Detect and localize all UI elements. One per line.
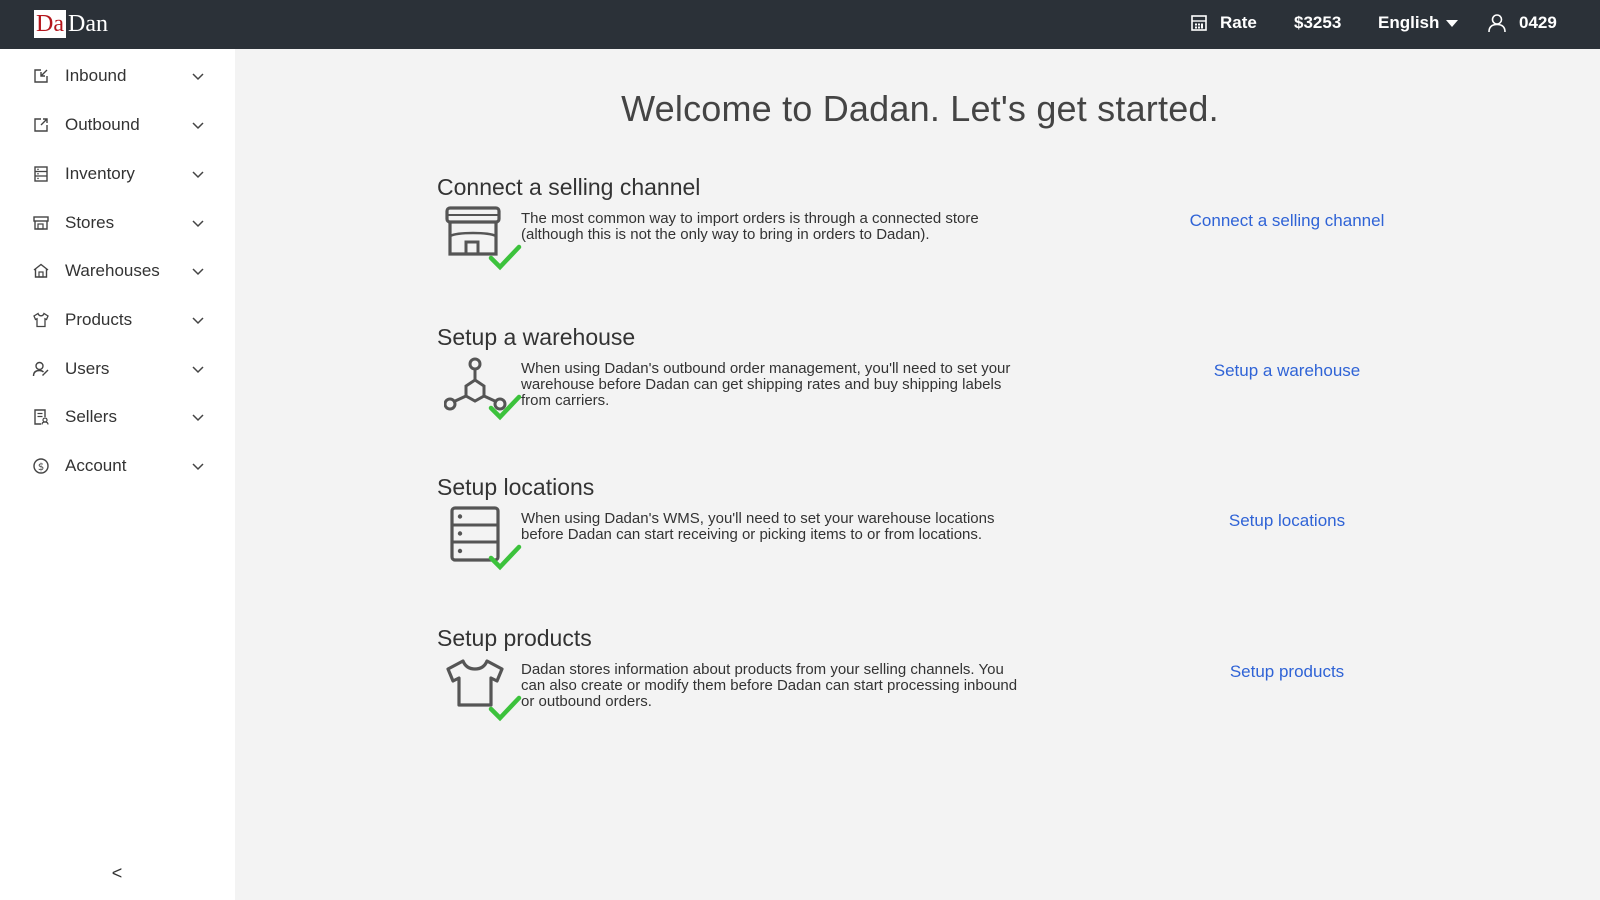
user-menu[interactable]: 0429	[1487, 0, 1557, 46]
storefront-check-icon	[445, 206, 522, 271]
chevron-down-icon	[192, 122, 204, 130]
dollar-icon: $	[33, 458, 49, 474]
section-locations: Setup locations When using Dadan's WMS, …	[437, 473, 1437, 571]
sidebar-item-users[interactable]: Users	[0, 349, 235, 389]
calculator-icon	[1191, 15, 1207, 31]
chevron-down-icon	[192, 463, 204, 471]
section-heading: Setup locations	[437, 474, 595, 500]
rate-button[interactable]: Rate	[1190, 0, 1257, 46]
page-title: Welcome to Dadan. Let's get started.	[621, 88, 1219, 129]
setup-locations-link[interactable]: Setup locations	[1157, 511, 1417, 531]
sidebar-item-label: Warehouses	[65, 261, 160, 280]
language-value: English	[1378, 13, 1440, 32]
chevron-down-icon	[192, 73, 204, 81]
sellers-icon	[34, 409, 49, 425]
sidebar-item-label: Products	[65, 310, 133, 329]
language-selector[interactable]: English	[1378, 0, 1459, 46]
sidebar-item-label: Sellers	[65, 407, 117, 426]
chevron-down-icon	[192, 414, 204, 422]
section-description: When using Dadan's outbound order manage…	[521, 360, 1011, 409]
sidebar-item-label: Inbound	[65, 66, 127, 85]
users-icon	[32, 361, 49, 377]
user-id: 0429	[1519, 13, 1557, 32]
balance-display[interactable]: $3253	[1294, 0, 1341, 46]
top-bar: Da Dan Rate $3253 English 0429	[0, 0, 1600, 49]
sidebar-item-label: Stores	[65, 213, 115, 232]
sidebar-item-inventory[interactable]: Inventory	[0, 154, 235, 194]
section-products: Setup products Dadan stores information …	[437, 624, 1437, 722]
dadan-logo[interactable]: Da Dan	[34, 10, 108, 40]
connect-selling-channel-link[interactable]: Connect a selling channel	[1157, 211, 1417, 231]
sidebar-item-label: Outbound	[65, 115, 140, 134]
chevron-down-icon	[192, 366, 204, 374]
sidebar: Inbound Outbound Inventory Stores Wareho…	[0, 49, 235, 900]
balance-value: $3253	[1294, 13, 1342, 32]
sidebar-item-label: Users	[65, 359, 110, 378]
store-icon	[33, 216, 49, 230]
section-selling-channel: Connect a selling channel The most commo…	[437, 173, 1437, 271]
chevron-down-icon	[192, 317, 204, 325]
sidebar-item-label: Inventory	[65, 164, 135, 183]
section-heading: Setup products	[437, 625, 592, 651]
section-description: When using Dadan's WMS, you'll need to s…	[521, 510, 995, 543]
warehouse-icon	[33, 263, 49, 278]
network-check-icon	[444, 357, 522, 421]
sidebar-item-warehouses[interactable]: Warehouses	[0, 251, 235, 291]
sidebar-item-products[interactable]: Products	[0, 300, 235, 340]
logo-part-dan: Dan	[67, 11, 108, 37]
inventory-icon	[34, 166, 48, 182]
tshirt-check-icon	[446, 659, 522, 722]
sidebar-item-label: Account	[65, 456, 127, 475]
caret-down-icon	[1446, 20, 1459, 27]
chevron-down-icon	[192, 220, 204, 228]
svg-text:$: $	[38, 462, 44, 473]
setup-products-link[interactable]: Setup products	[1157, 662, 1417, 682]
sidebar-item-outbound[interactable]: Outbound	[0, 105, 235, 145]
section-warehouse: Setup a warehouse When using Dadan's out…	[437, 323, 1437, 421]
section-heading: Connect a selling channel	[437, 174, 701, 200]
user-icon	[1488, 14, 1506, 33]
rate-label: Rate	[1220, 13, 1257, 32]
inbound-icon	[34, 69, 48, 83]
sidebar-item-stores[interactable]: Stores	[0, 203, 235, 243]
chevron-down-icon	[192, 171, 204, 179]
setup-warehouse-link[interactable]: Setup a warehouse	[1157, 361, 1417, 381]
sidebar-item-inbound[interactable]: Inbound	[0, 56, 235, 96]
chevron-down-icon	[192, 268, 204, 276]
sidebar-item-account[interactable]: $ Account	[0, 446, 235, 486]
logo-part-da: Da	[34, 10, 66, 38]
outbound-icon	[34, 118, 48, 132]
section-description: The most common way to import orders is …	[521, 210, 979, 243]
section-description: Dadan stores information about products …	[521, 661, 1018, 710]
shirt-icon	[33, 312, 49, 328]
sidebar-item-sellers[interactable]: Sellers	[0, 397, 235, 437]
shelves-check-icon	[450, 506, 522, 571]
sidebar-collapse-button[interactable]: <	[107, 861, 127, 885]
section-heading: Setup a warehouse	[437, 324, 636, 350]
